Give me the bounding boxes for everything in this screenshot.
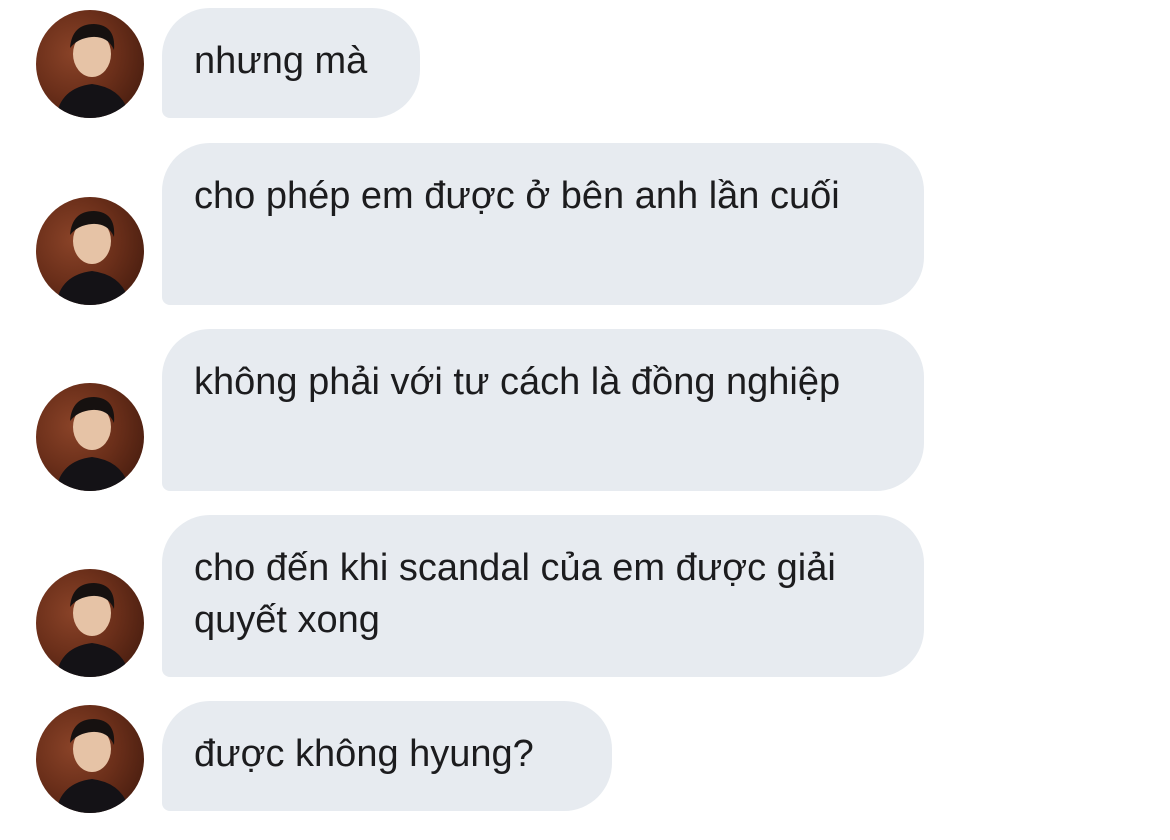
- person-photo-icon: [56, 24, 130, 118]
- sender-avatar[interactable]: [36, 10, 144, 118]
- message-bubble[interactable]: không phải với tư cách là đồng nghiệp: [162, 329, 924, 491]
- message-row: được không hyung?: [0, 701, 1170, 813]
- message-row: cho đến khi scandal của em được giải quy…: [0, 515, 1170, 677]
- message-row: nhưng mà: [0, 8, 1170, 118]
- person-photo-icon: [56, 719, 130, 813]
- person-photo-icon: [56, 397, 130, 491]
- sender-avatar[interactable]: [36, 705, 144, 813]
- sender-avatar[interactable]: [36, 383, 144, 491]
- sender-avatar[interactable]: [36, 569, 144, 677]
- person-photo-icon: [56, 211, 130, 305]
- person-photo-icon: [56, 583, 130, 677]
- message-row: cho phép em được ở bên anh lần cuối: [0, 143, 1170, 305]
- message-bubble[interactable]: cho đến khi scandal của em được giải quy…: [162, 515, 924, 677]
- message-bubble[interactable]: cho phép em được ở bên anh lần cuối: [162, 143, 924, 305]
- message-row: không phải với tư cách là đồng nghiệp: [0, 329, 1170, 491]
- message-bubble[interactable]: được không hyung?: [162, 701, 612, 811]
- sender-avatar[interactable]: [36, 197, 144, 305]
- message-bubble[interactable]: nhưng mà: [162, 8, 420, 118]
